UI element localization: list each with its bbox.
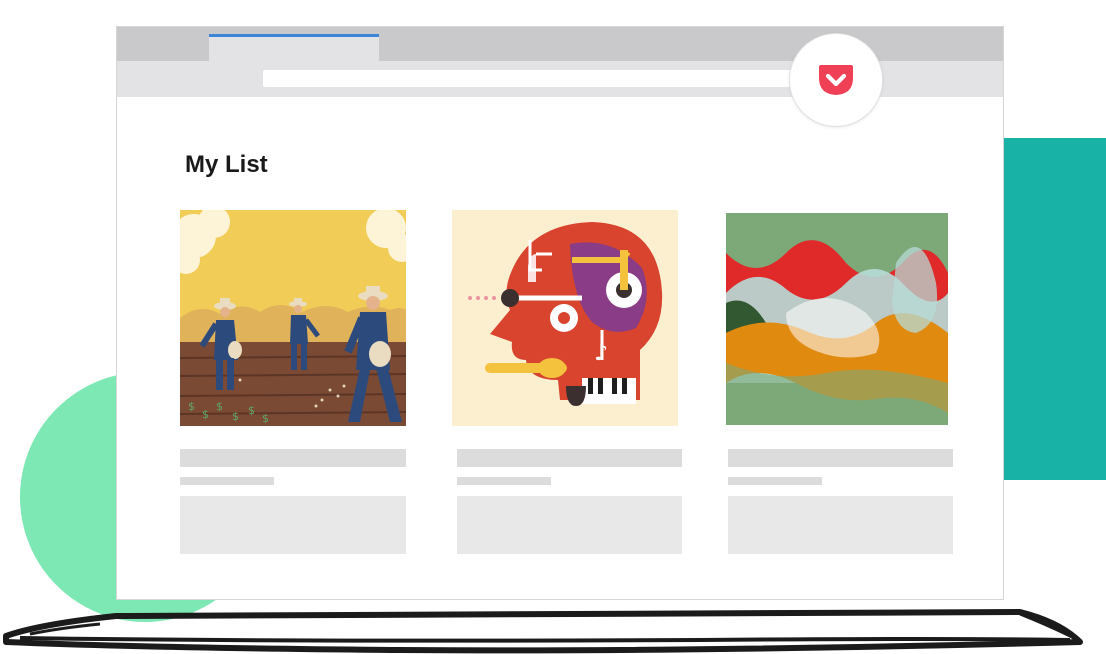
sowers-field-illustration: $ $ $ $ $ $ (180, 210, 406, 426)
music-head-illustration: ♪ (452, 210, 678, 426)
excerpt-placeholder (728, 496, 953, 554)
decorative-teal-panel (996, 138, 1106, 480)
card-thumbnail-waves[interactable] (726, 213, 948, 425)
svg-text:$: $ (188, 400, 195, 413)
svg-text:$: $ (262, 412, 269, 425)
svg-text:♪: ♪ (594, 341, 608, 366)
svg-text:$: $ (216, 400, 223, 413)
svg-text:$: $ (202, 408, 209, 421)
excerpt-placeholder (180, 496, 406, 554)
meta-placeholder (728, 477, 822, 485)
browser-window: My List $ $ $ $ $ $ ♪ (116, 26, 1004, 600)
decorative-brush-stroke (3, 609, 1083, 654)
address-bar[interactable] (263, 70, 863, 87)
pocket-save-button[interactable] (789, 33, 883, 127)
card-thumbnail-sowers[interactable]: $ $ $ $ $ $ (180, 210, 406, 426)
title-placeholder (728, 449, 953, 467)
page-title: My List (185, 151, 268, 178)
pocket-icon (819, 65, 853, 95)
card-thumbnail-music[interactable]: ♪ (452, 210, 678, 426)
browser-tab-active[interactable] (209, 34, 379, 61)
title-placeholder (457, 449, 682, 467)
abstract-waves-illustration (726, 213, 948, 425)
title-placeholder (180, 449, 406, 467)
meta-placeholder (457, 477, 551, 485)
meta-placeholder (180, 477, 274, 485)
svg-text:$: $ (232, 410, 239, 423)
excerpt-placeholder (457, 496, 682, 554)
svg-text:$: $ (248, 404, 255, 417)
